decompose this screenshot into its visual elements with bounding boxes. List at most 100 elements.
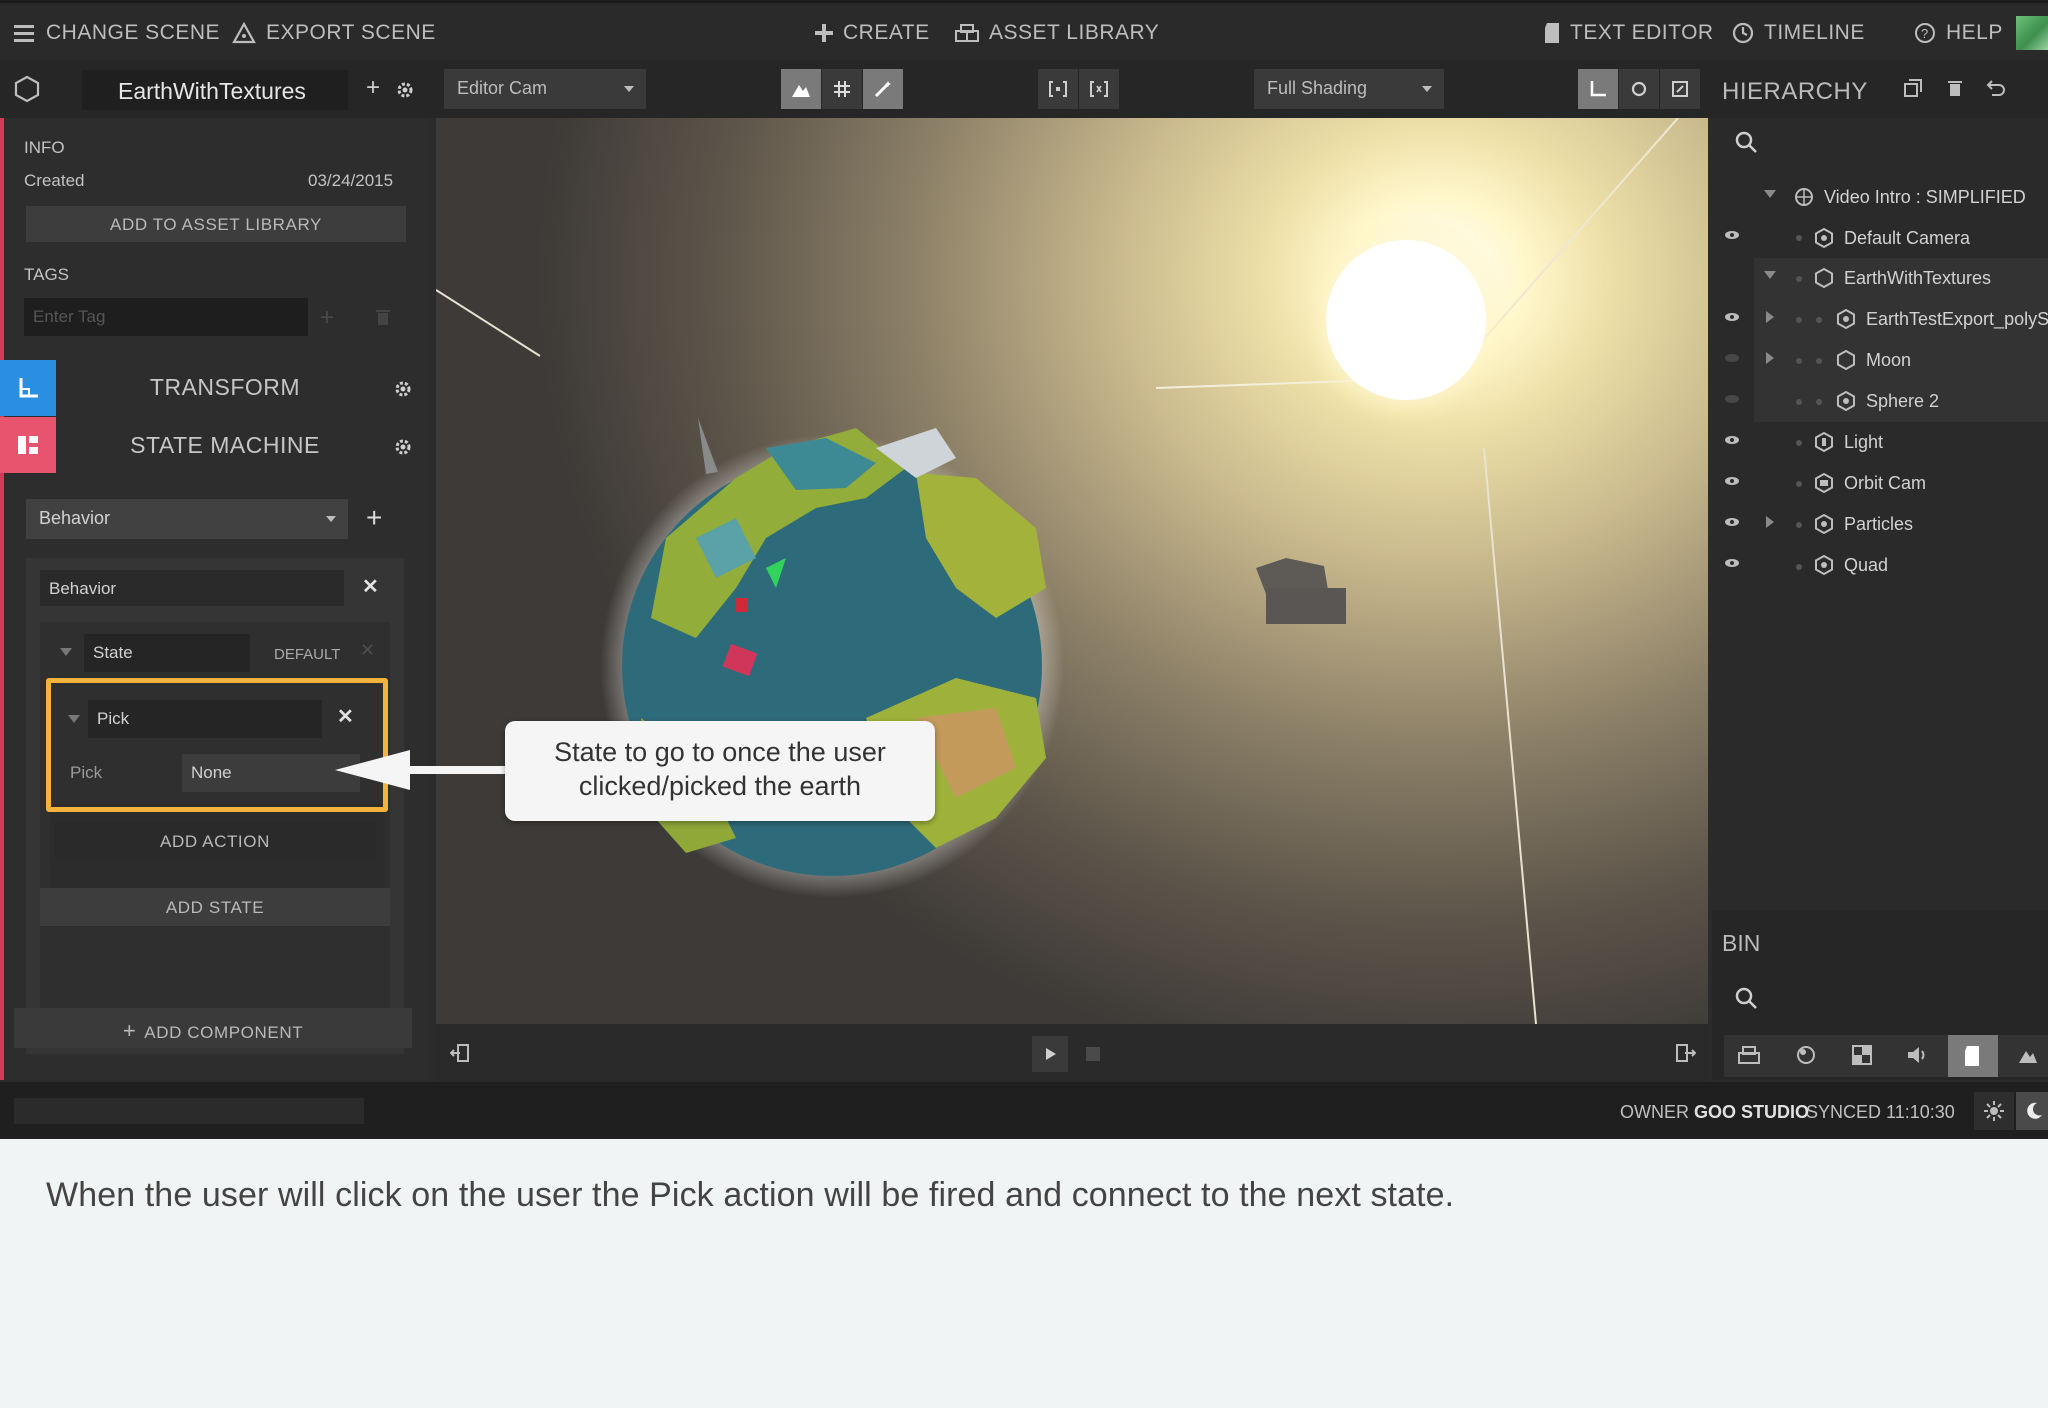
- visibility-eye-icon[interactable]: [1724, 435, 1740, 445]
- scale-tool-button[interactable]: [1660, 69, 1700, 109]
- asset-library-icon[interactable]: [1738, 1045, 1760, 1065]
- light-theme-button[interactable]: [1974, 1092, 2014, 1130]
- add-state-button[interactable]: ADD STATE: [40, 888, 390, 926]
- visibility-eye-icon[interactable]: [1724, 394, 1740, 404]
- translate-tool-button[interactable]: [1578, 69, 1618, 109]
- expand-icon[interactable]: [1764, 190, 1776, 198]
- collapse-right-icon[interactable]: [1676, 1044, 1696, 1062]
- text-editor-button[interactable]: TEXT EDITOR: [1544, 21, 1714, 45]
- hierarchy-dot: [1796, 317, 1802, 323]
- behavior-select[interactable]: Behavior: [26, 499, 348, 539]
- chevron-down-icon: [624, 86, 634, 92]
- focus-button[interactable]: [1038, 69, 1078, 109]
- trash-icon[interactable]: [376, 308, 390, 326]
- collapse-state-icon[interactable]: [60, 648, 72, 656]
- hierarchy-item-earth[interactable]: EarthWithTextures: [1814, 258, 1991, 298]
- avatar[interactable]: [2016, 16, 2048, 50]
- search-icon[interactable]: [1734, 986, 1758, 1010]
- camera-select[interactable]: Editor Cam: [444, 69, 646, 109]
- tag-input[interactable]: Enter Tag: [24, 298, 308, 336]
- hierarchy-item-particles[interactable]: Particles: [1814, 504, 1913, 544]
- sound-icon[interactable]: [1906, 1045, 1928, 1065]
- export-icon: [232, 22, 256, 44]
- timeline-label: TIMELINE: [1764, 21, 1865, 44]
- hierarchy-item-label: EarthWithTextures: [1844, 267, 1992, 288]
- plus-icon: +: [122, 1018, 137, 1043]
- add-tag-icon[interactable]: +: [320, 304, 334, 332]
- entity-icon: [1815, 268, 1833, 288]
- gear-icon[interactable]: [394, 438, 412, 456]
- hierarchy-dot: [1816, 317, 1822, 323]
- gear-icon[interactable]: [394, 380, 412, 398]
- trash-icon[interactable]: [1948, 79, 1962, 97]
- hierarchy-dot: [1796, 440, 1802, 446]
- timeline-button[interactable]: TIMELINE: [1732, 21, 1865, 45]
- hierarchy-item-earth-mesh[interactable]: EarthTestExport_polyS: [1836, 299, 2048, 339]
- texture-icon[interactable]: [1852, 1045, 1872, 1065]
- tab-transform[interactable]: [0, 360, 56, 416]
- dark-theme-button[interactable]: [2016, 1092, 2048, 1130]
- hierarchy-item-light[interactable]: Light: [1814, 422, 1883, 462]
- collapse-left-icon[interactable]: [450, 1044, 470, 1062]
- scene-name[interactable]: EarthWithTextures: [82, 70, 348, 110]
- scene-icon: [1795, 188, 1813, 206]
- play-button[interactable]: [1032, 1036, 1068, 1072]
- visibility-eye-icon[interactable]: [1724, 517, 1740, 527]
- grid-toggle-button[interactable]: [822, 69, 862, 109]
- wand-icon: [874, 81, 891, 98]
- hierarchy-item-sphere-2[interactable]: Sphere 2: [1836, 381, 1939, 421]
- close-icon[interactable]: ✕: [360, 640, 375, 661]
- stop-icon[interactable]: [1086, 1047, 1100, 1061]
- hierarchy-item-orbit-cam[interactable]: Orbit Cam: [1814, 463, 1926, 503]
- add-entity-icon[interactable]: +: [366, 76, 380, 100]
- visibility-eye-icon[interactable]: [1724, 558, 1740, 568]
- bin-title: BIN: [1722, 930, 1761, 956]
- expand-icon[interactable]: [1766, 311, 1774, 323]
- hierarchy-item-moon[interactable]: Moon: [1836, 340, 1911, 380]
- change-scene-button[interactable]: CHANGE SCENE: [14, 21, 220, 45]
- visibility-eye-icon[interactable]: [1724, 353, 1740, 363]
- hierarchy-item-default-camera[interactable]: Default Camera: [1814, 218, 1970, 258]
- snap-terrain-button[interactable]: [781, 69, 821, 109]
- rotate-tool-button[interactable]: [1619, 69, 1659, 109]
- add-component-button[interactable]: + ADD COMPONENT: [14, 1008, 412, 1048]
- expand-icon[interactable]: [1764, 271, 1776, 279]
- help-label: HELP: [1946, 21, 2003, 44]
- add-action-button[interactable]: ADD ACTION: [54, 822, 376, 860]
- add-to-asset-library-button[interactable]: ADD TO ASSET LIBRARY: [26, 206, 406, 242]
- script-filter-button[interactable]: [1948, 1035, 1998, 1077]
- frame-button[interactable]: [1079, 69, 1119, 109]
- light-icon: [1815, 432, 1833, 452]
- hierarchy-dot: [1796, 235, 1802, 241]
- progress-track: [14, 1098, 364, 1124]
- expand-icon[interactable]: [1766, 516, 1774, 528]
- transform-section-title[interactable]: TRANSFORM: [60, 374, 390, 401]
- undo-icon[interactable]: [1986, 79, 2006, 97]
- create-button[interactable]: CREATE: [815, 21, 930, 45]
- visibility-eye-icon[interactable]: [1724, 230, 1740, 240]
- asset-library-button[interactable]: ASSET LIBRARY: [955, 21, 1159, 45]
- expand-icon[interactable]: [1766, 352, 1774, 364]
- state-machine-section-title[interactable]: STATE MACHINE: [60, 432, 390, 459]
- close-icon[interactable]: ✕: [362, 574, 379, 599]
- magic-wand-button[interactable]: [863, 69, 903, 109]
- visibility-eye-icon[interactable]: [1724, 312, 1740, 322]
- scene-viewport[interactable]: [436, 118, 1708, 1024]
- gear-icon[interactable]: [396, 81, 414, 99]
- behavior-name-input[interactable]: Behavior: [40, 570, 344, 606]
- hierarchy-item-scene-root[interactable]: Video Intro : SIMPLIFIED: [1794, 177, 2026, 217]
- material-icon[interactable]: [1796, 1045, 1816, 1065]
- tab-state-machine[interactable]: [0, 417, 56, 473]
- duplicate-icon[interactable]: [1904, 79, 1922, 97]
- add-behavior-icon[interactable]: +: [366, 502, 382, 534]
- export-scene-button[interactable]: EXPORT SCENE: [232, 21, 436, 45]
- help-button[interactable]: ? HELP: [1914, 21, 2003, 45]
- mountain-icon[interactable]: [2018, 1046, 2038, 1064]
- annotation-callout: State to go to once the user clicked/pic…: [505, 721, 935, 821]
- visibility-eye-icon[interactable]: [1724, 476, 1740, 486]
- state-name-input[interactable]: State: [84, 634, 250, 672]
- hierarchy-item-quad[interactable]: Quad: [1814, 545, 1888, 585]
- search-icon[interactable]: [1734, 130, 1758, 154]
- shading-select[interactable]: Full Shading: [1254, 69, 1444, 109]
- transform-icon: [19, 378, 38, 398]
